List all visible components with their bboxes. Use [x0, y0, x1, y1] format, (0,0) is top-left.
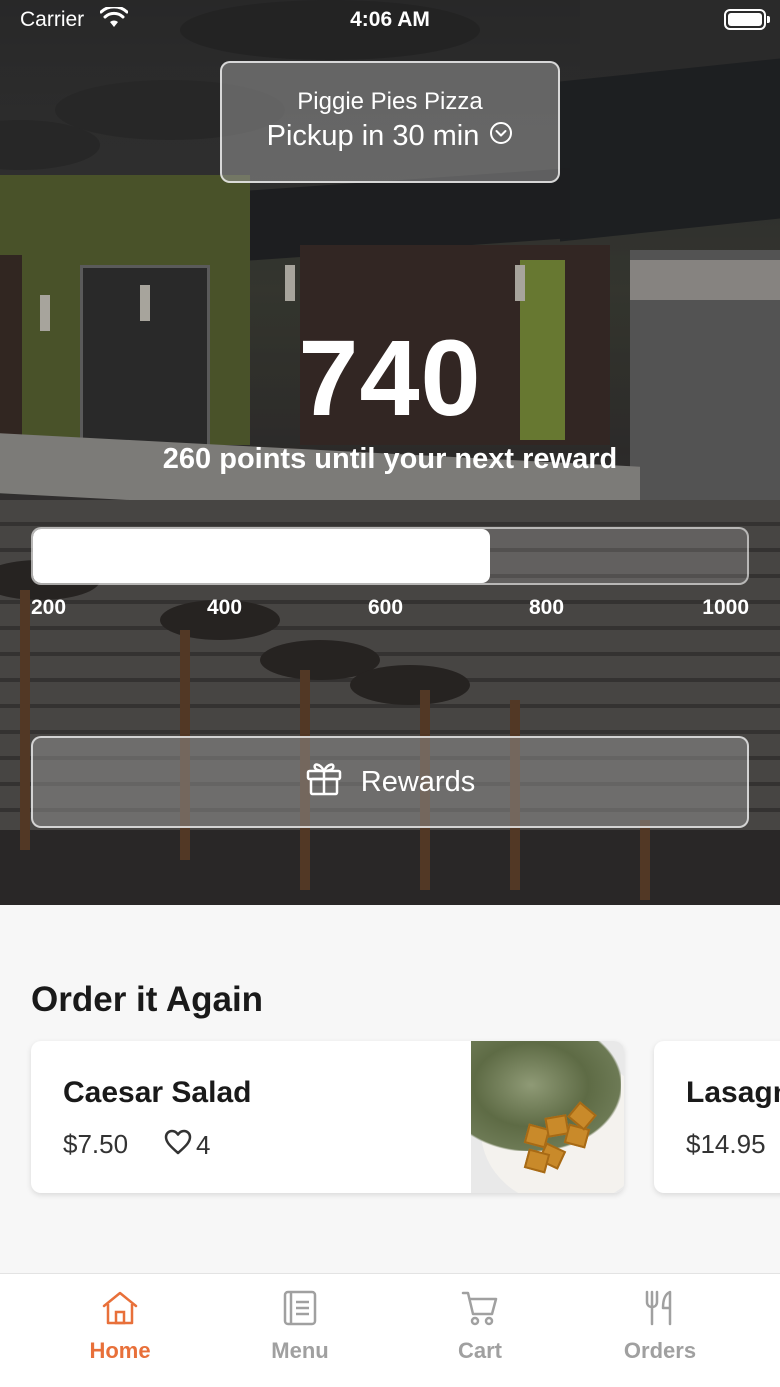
rewards-progress-fill [33, 529, 490, 583]
item-price: $7.50 [63, 1129, 129, 1159]
reorder-card-lasagna[interactable]: Lasagna $14.95 [654, 1041, 780, 1193]
gift-icon [305, 760, 343, 804]
store-selector[interactable]: Piggie Pies Pizza Pickup in 30 min [220, 61, 560, 183]
clock: 4:06 AM [350, 8, 430, 31]
item-name: Lasagna [686, 1076, 780, 1109]
tab-menu[interactable]: Menu [210, 1290, 390, 1364]
home-icon [30, 1290, 210, 1326]
tick-label: 400 [207, 596, 243, 619]
item-likes: 4 [164, 1129, 210, 1162]
menu-icon [210, 1290, 390, 1326]
rewards-button-label: Rewards [360, 765, 476, 798]
tab-cart[interactable]: Cart [390, 1290, 570, 1364]
pickup-time: Pickup in 30 min [222, 120, 558, 153]
tab-label: Orders [623, 1338, 697, 1363]
order-again-title: Order it Again [31, 980, 264, 1019]
store-name: Piggie Pies Pizza [297, 88, 483, 115]
cart-icon [390, 1290, 570, 1326]
status-bar: Carrier 4:06 AM [0, 0, 780, 40]
likes-count: 4 [196, 1130, 211, 1160]
tick-label: 800 [529, 596, 565, 619]
utensils-icon [570, 1290, 750, 1326]
caesar-salad-photo [471, 1041, 624, 1193]
tab-label: Home [89, 1338, 151, 1363]
tab-label: Cart [457, 1338, 502, 1363]
item-name: Caesar Salad [63, 1076, 252, 1109]
pickup-label: Pickup in 30 min [266, 120, 480, 152]
progress-ticks: 200 400 600 800 1000 [31, 596, 749, 626]
battery-icon [724, 9, 770, 30]
tab-home[interactable]: Home [30, 1290, 210, 1364]
item-price: $14.95 [686, 1129, 766, 1159]
reorder-card-caesar-salad[interactable]: Caesar Salad $7.50 4 [31, 1041, 624, 1193]
rewards-button[interactable]: Rewards [31, 736, 749, 828]
tick-label: 200 [31, 596, 67, 619]
hero-banner: Carrier 4:06 AM Piggie Pies Pizza Pickup… [0, 0, 780, 905]
rewards-progress-bar [31, 527, 749, 585]
tab-label: Menu [271, 1338, 329, 1363]
tab-orders[interactable]: Orders [570, 1290, 750, 1364]
chevron-down-circle-icon [489, 120, 513, 153]
tick-label: 600 [368, 596, 404, 619]
tick-label: 1000 [702, 596, 749, 619]
tab-bar: Home Menu Cart Orders [0, 1273, 780, 1387]
points-total: 740 [298, 317, 482, 438]
heart-icon [164, 1129, 192, 1162]
points-until-reward: 260 points until your next reward [162, 443, 618, 475]
